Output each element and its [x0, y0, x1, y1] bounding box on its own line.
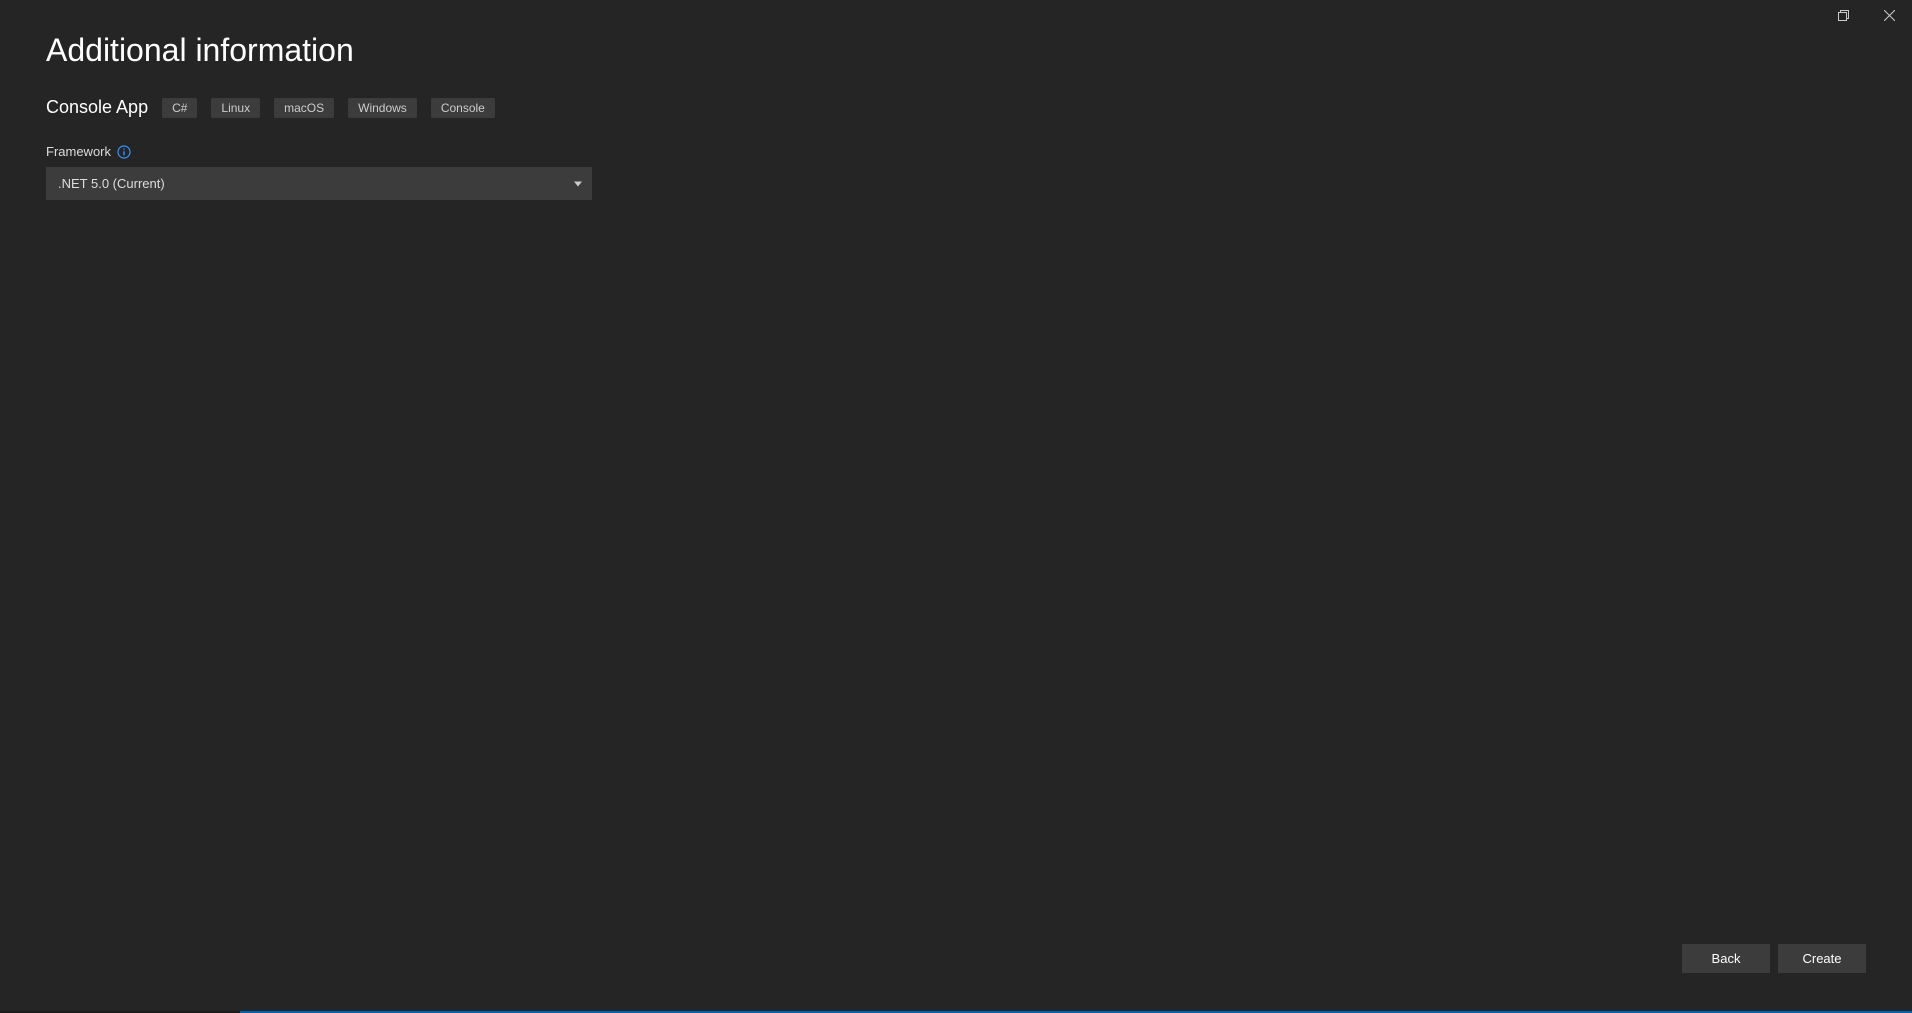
template-name: Console App [46, 97, 148, 118]
footer: Back Create [1682, 944, 1866, 973]
tag-windows: Windows [348, 98, 417, 118]
maximize-restore-button[interactable] [1820, 0, 1866, 30]
close-button[interactable] [1866, 0, 1912, 30]
tag-console: Console [431, 98, 495, 118]
back-button[interactable]: Back [1682, 944, 1770, 973]
main-content: Additional information Console App C# Li… [0, 0, 1912, 232]
framework-label: Framework [46, 144, 111, 159]
tag-csharp: C# [162, 98, 197, 118]
info-icon[interactable] [117, 145, 131, 159]
create-button[interactable]: Create [1778, 944, 1866, 973]
template-row: Console App C# Linux macOS Windows Conso… [46, 97, 1866, 118]
close-icon [1884, 10, 1895, 21]
tag-macos: macOS [274, 98, 334, 118]
framework-select-wrapper: .NET 5.0 (Current) [46, 167, 592, 200]
page-title: Additional information [46, 32, 1866, 69]
framework-label-row: Framework [46, 144, 1866, 159]
framework-select[interactable]: .NET 5.0 (Current) [46, 167, 592, 200]
tag-linux: Linux [211, 98, 260, 118]
restore-icon [1838, 10, 1849, 21]
window-controls [1820, 0, 1912, 30]
